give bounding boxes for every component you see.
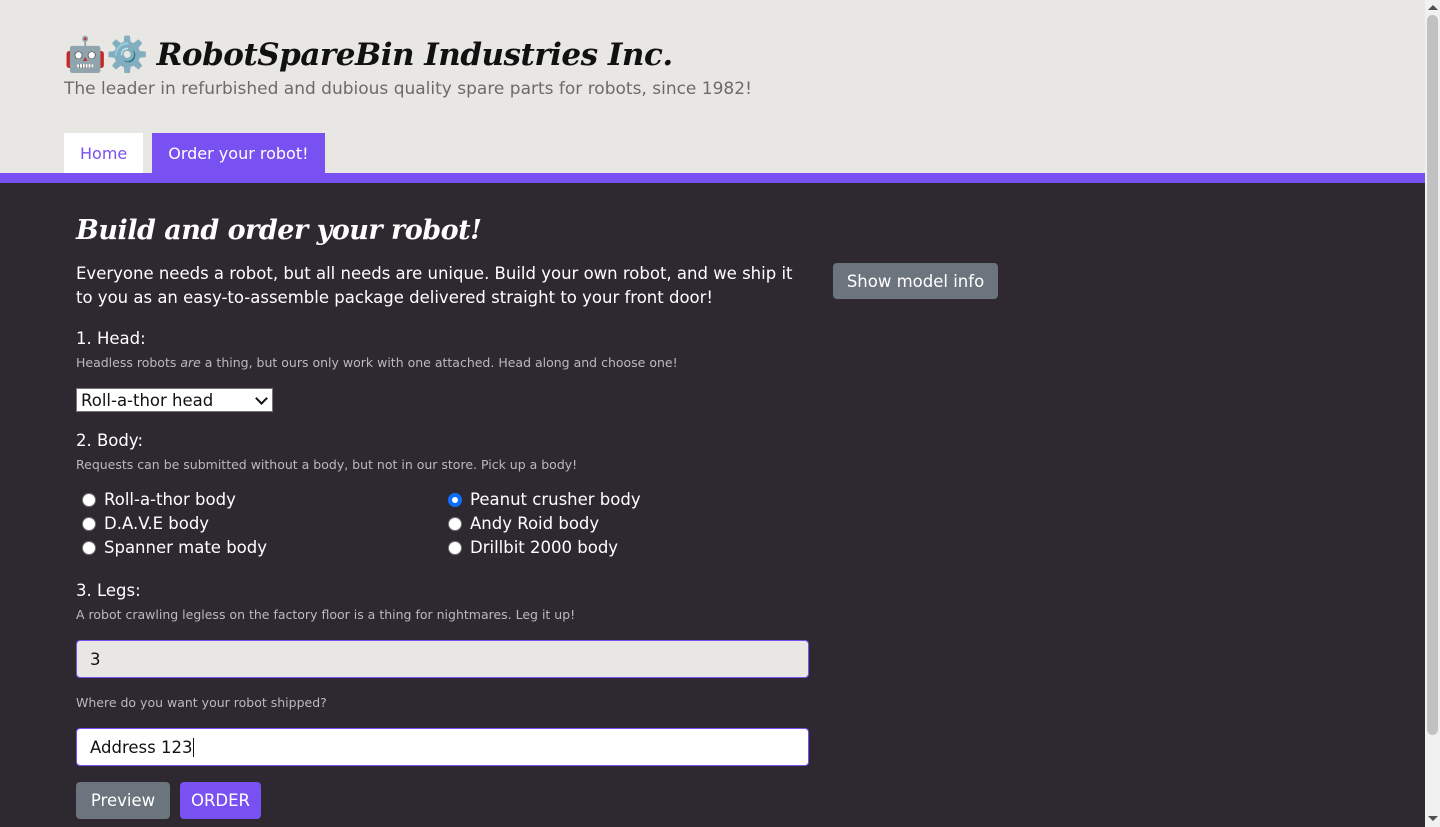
- main-nav: Home Order your robot!: [64, 133, 325, 173]
- body-option-label: Drillbit 2000 body: [470, 538, 619, 557]
- show-model-info-button[interactable]: Show model info: [833, 263, 998, 299]
- intro-text: Everyone needs a robot, but all needs ar…: [76, 264, 793, 307]
- scroll-up-arrow-icon[interactable]: [1428, 5, 1438, 10]
- radio-button[interactable]: [82, 516, 96, 531]
- body-option-label: Roll-a-thor body: [104, 490, 236, 509]
- body-option-drillbit-2000[interactable]: Drillbit 2000 body: [448, 538, 618, 557]
- head-select-value: Roll-a-thor head: [81, 390, 214, 410]
- page-header: 🤖⚙️ RobotSpareBin Industries Inc. The le…: [0, 0, 1425, 173]
- body-option-spanner-mate[interactable]: Spanner mate body: [82, 538, 267, 557]
- head-label: 1. Head:: [76, 329, 146, 348]
- robot-gear-emoji-icon: 🤖⚙️: [64, 35, 149, 75]
- address-input[interactable]: Address 123: [76, 728, 809, 766]
- nav-tab-order-your-robot[interactable]: Order your robot!: [152, 133, 325, 173]
- body-option-label: Peanut crusher body: [470, 490, 641, 509]
- order-button[interactable]: ORDER: [180, 782, 261, 819]
- page-heading: Build and order your robot!: [76, 215, 482, 246]
- body-option-peanut-crusher[interactable]: Peanut crusher body: [448, 490, 641, 509]
- site-title: RobotSpareBin Industries Inc.: [156, 37, 673, 73]
- brand: 🤖⚙️ RobotSpareBin Industries Inc.: [64, 30, 673, 80]
- header-divider-bar: [0, 173, 1425, 183]
- address-input-value: Address 123: [90, 737, 193, 757]
- radio-button[interactable]: [448, 516, 462, 531]
- scroll-down-arrow-icon[interactable]: [1428, 816, 1438, 821]
- scrollbar-thumb[interactable]: [1427, 15, 1438, 735]
- radio-button[interactable]: [82, 540, 96, 555]
- head-select[interactable]: Roll-a-thor head: [76, 388, 273, 412]
- site-tagline: The leader in refurbished and dubious qu…: [64, 79, 752, 99]
- address-hint: Where do you want your robot shipped?: [76, 695, 327, 710]
- nav-tab-home[interactable]: Home: [64, 133, 144, 173]
- radio-button[interactable]: [82, 492, 96, 507]
- body-hint: Requests can be submitted without a body…: [76, 457, 578, 472]
- preview-button[interactable]: Preview: [76, 782, 170, 819]
- head-hint: Headless robots are a thing, but ours on…: [76, 355, 678, 370]
- chevron-down-icon: [255, 391, 268, 405]
- legs-hint: A robot crawling legless on the factory …: [76, 607, 576, 622]
- text-cursor: [193, 737, 195, 757]
- legs-input[interactable]: 3: [76, 640, 809, 678]
- body-option-dave[interactable]: D.A.V.E body: [82, 514, 209, 533]
- body-option-roll-a-thor[interactable]: Roll-a-thor body: [82, 490, 236, 509]
- body-option-andy-roid[interactable]: Andy Roid body: [448, 514, 599, 533]
- legs-input-value: 3: [90, 649, 101, 669]
- body-option-label: D.A.V.E body: [104, 514, 210, 533]
- radio-button[interactable]: [448, 540, 462, 555]
- radio-button-checked[interactable]: [448, 492, 462, 507]
- body-label: 2. Body:: [76, 431, 143, 450]
- body-option-label: Andy Roid body: [470, 514, 600, 533]
- body-option-label: Spanner mate body: [104, 538, 268, 557]
- legs-label: 3. Legs:: [76, 581, 141, 600]
